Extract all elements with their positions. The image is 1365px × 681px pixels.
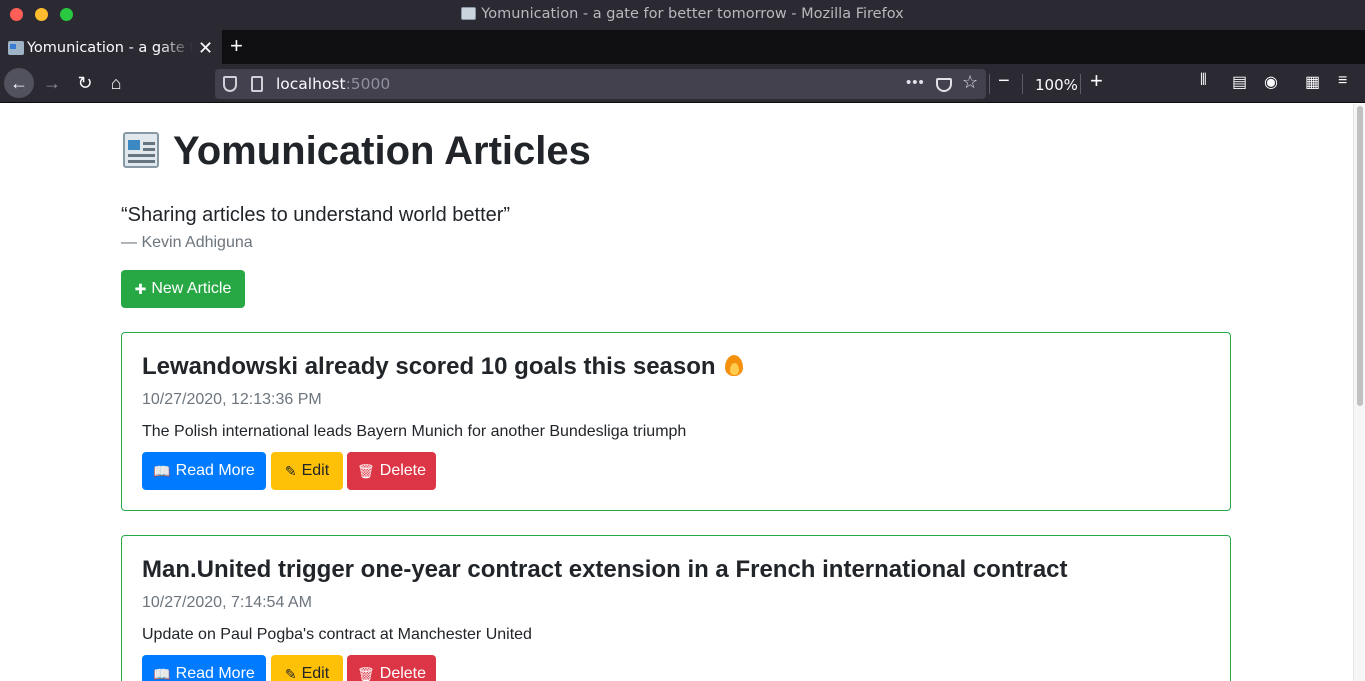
newspaper-icon [461,7,477,20]
read-more-label: Read More [175,462,255,479]
trash-icon: 🗑 [356,665,375,681]
article-title-text: Lewandowski already scored 10 goals this… [142,353,716,380]
tab-bar: Yomunication - a gate for better tomorro… [0,30,1365,64]
new-article-button[interactable]: ✚ New Article [121,270,245,308]
menu-icon[interactable]: ≡ [1338,72,1347,90]
home-icon[interactable]: ⌂ [101,68,131,98]
scrollbar-thumb[interactable] [1357,106,1363,406]
shield-icon[interactable] [223,76,237,92]
tab-label: Yomunication - a gate for better tomorro… [27,40,193,56]
toolbar-separator [1080,74,1081,94]
reload-icon[interactable]: ↻ [70,68,100,98]
new-article-label: New Article [151,280,232,297]
edit-button[interactable]: ✎ Edit [271,452,343,490]
url-text[interactable]: localhost:5000 [276,75,390,93]
article-summary: Update on Paul Pogba's contract at Manch… [142,626,532,643]
article-date: 10/27/2020, 12:13:36 PM [142,391,322,408]
bookmark-star-icon[interactable]: ☆ [962,72,978,93]
read-more-button[interactable]: 📖 Read More [142,655,266,681]
toolbar-separator [989,74,990,94]
account-icon[interactable]: ◉ [1264,72,1278,92]
zoom-in-icon[interactable]: + [1090,68,1103,94]
pencil-icon: ✎ [284,462,297,479]
tab-active[interactable]: Yomunication - a gate for better tomorro… [0,30,222,64]
edit-label: Edit [301,462,330,479]
article-title[interactable]: Man.United trigger one-year contract ext… [142,556,1068,584]
window-titlebar: Yomunication - a gate for better tomorro… [0,0,1365,30]
nav-toolbar: ← → ↻ ⌂ localhost:5000 ••• ☆ [0,64,1365,103]
newspaper-icon [121,130,163,170]
plus-icon: ✚ [134,280,147,297]
delete-label: Delete [379,665,427,681]
trash-icon: 🗑 [356,462,375,479]
quote-author: — Kevin Adhiguna [121,234,253,251]
delete-label: Delete [379,462,427,479]
window-title: Yomunication - a gate for better tomorro… [0,6,1365,22]
article-date: 10/27/2020, 7:14:54 AM [142,594,312,611]
back-icon[interactable]: ← [4,68,34,98]
close-icon[interactable]: ✕ [198,38,213,59]
url-bar[interactable]: localhost:5000 ••• ☆ [215,69,986,99]
page-actions-icon[interactable]: ••• [906,74,925,91]
sidebar-icon[interactable]: ▤ [1232,72,1247,92]
new-tab-button[interactable]: + [230,33,243,59]
read-more-label: Read More [175,665,255,681]
pocket-icon[interactable] [936,78,952,92]
forward-icon[interactable]: → [37,68,67,98]
edit-label: Edit [301,665,330,681]
zoom-level[interactable]: 100% [1035,76,1078,94]
article-summary: The Polish international leads Bayern Mu… [142,423,687,440]
article-card: Lewandowski already scored 10 goals this… [121,332,1231,511]
article-title[interactable]: Lewandowski already scored 10 goals this… [142,353,746,381]
toolbar-separator [1022,74,1023,94]
delete-button[interactable]: 🗑 Delete [347,452,436,490]
delete-button[interactable]: 🗑 Delete [347,655,436,681]
page-info-icon[interactable] [251,76,263,92]
library-icon[interactable]: ⫴ [1200,72,1207,90]
edit-button[interactable]: ✎ Edit [271,655,343,681]
newspaper-icon [8,41,24,55]
url-host: localhost [276,75,346,93]
window-title-text: Yomunication - a gate for better tomorro… [481,6,904,22]
quote-text: “Sharing articles to understand world be… [121,204,511,226]
url-port: :5000 [345,75,391,93]
page-scrollbar[interactable] [1353,104,1365,681]
book-icon: 📖 [153,665,171,681]
read-more-button[interactable]: 📖 Read More [142,452,266,490]
page-viewport: Yomunication Articles “Sharing articles … [0,104,1365,681]
page-title-text: Yomunication Articles [173,129,591,173]
pencil-icon: ✎ [284,665,297,681]
page-title: Yomunication Articles [121,129,591,174]
zoom-out-icon[interactable]: − [998,70,1010,93]
extensions-icon[interactable]: ▦ [1305,72,1320,92]
fire-icon [722,353,746,377]
book-icon: 📖 [153,462,171,479]
article-card: Man.United trigger one-year contract ext… [121,535,1231,681]
